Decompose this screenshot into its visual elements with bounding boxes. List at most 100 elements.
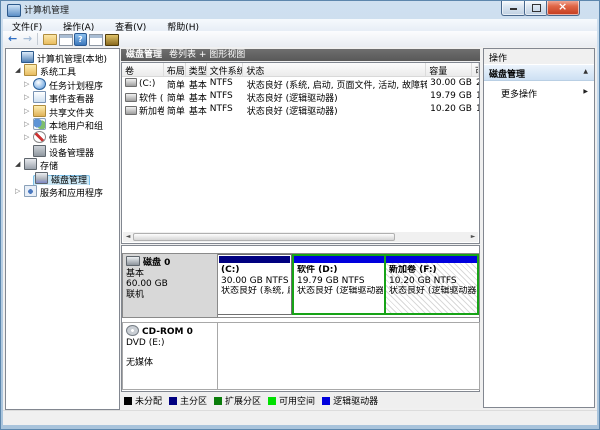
expand-arrow-icon[interactable] xyxy=(24,78,33,91)
cell-layout: 简单 xyxy=(164,77,186,90)
tree-item-local-users-groups[interactable]: 本地用户和组 xyxy=(6,118,116,131)
expand-arrow-icon[interactable] xyxy=(24,105,33,118)
disk-status: 联机 xyxy=(126,290,217,301)
task-scheduler-icon xyxy=(33,78,46,90)
cell-status: 状态良好 (系统, 启动, 页面文件, 活动, 故障转储, 主分区) xyxy=(244,77,427,90)
action-pane-toggle-icon[interactable] xyxy=(89,34,103,46)
legend-label: 未分配 xyxy=(135,394,162,407)
tree-item-computer-management[interactable]: 计算机管理(本地) xyxy=(6,51,116,64)
legend-swatch xyxy=(322,397,330,405)
toolbar-separator xyxy=(37,33,38,45)
legend-unallocated: 未分配 xyxy=(124,394,162,407)
system-tools-icon xyxy=(24,64,37,76)
volume-row-c[interactable]: (C:) 简单 基本 NTFS 状态良好 (系统, 启动, 页面文件, 活动, … xyxy=(122,77,479,90)
tree-item-task-scheduler[interactable]: 任务计划程序 xyxy=(6,78,116,91)
cdrom-label-box[interactable]: CD-ROM 0 DVD (E:) 无媒体 xyxy=(123,323,218,389)
close-button[interactable] xyxy=(546,0,580,16)
column-status[interactable]: 状态 xyxy=(243,63,426,76)
logical-drive-band xyxy=(386,256,477,263)
legend-label: 主分区 xyxy=(180,394,207,407)
tree-item-label: 系统工具 xyxy=(40,68,76,77)
selected-tree-item[interactable]: 磁盘管理 xyxy=(33,175,90,185)
console-icon[interactable] xyxy=(105,34,119,46)
tree-item-services-applications[interactable]: 服务和应用程序 xyxy=(6,185,116,198)
window-title: 计算机管理 xyxy=(24,3,69,16)
action-section-disk-management[interactable]: 磁盘管理 xyxy=(484,64,594,81)
expand-arrow-icon[interactable] xyxy=(24,118,33,131)
cell-filesystem: NTFS xyxy=(207,90,244,103)
column-type[interactable]: 类型 xyxy=(186,63,207,76)
partition-c[interactable]: (C:) 30.00 GB NTFS 状态良好 (系统, 启动, 页面文 xyxy=(218,254,292,315)
legend-label: 扩展分区 xyxy=(225,394,261,407)
pane-title: 磁盘管理 xyxy=(126,49,162,61)
legend-primary: 主分区 xyxy=(169,394,207,407)
logical-drive-band xyxy=(294,256,384,263)
cell-status: 状态良好 (逻辑驱动器) xyxy=(244,90,427,103)
help-icon[interactable] xyxy=(74,33,87,46)
computer-icon xyxy=(21,51,34,63)
extended-partition: 软件 (D:) 19.79 GB NTFS 状态良好 (逻辑驱动器) 新加卷 (… xyxy=(292,254,479,315)
tree-item-device-manager[interactable]: 设备管理器 xyxy=(6,145,116,158)
volume-row-d[interactable]: 软件 (D:) 简单 基本 NTFS 状态良好 (逻辑驱动器) 19.79 GB… xyxy=(122,90,479,103)
cell-filesystem: NTFS xyxy=(207,103,244,116)
partition-f-selected[interactable]: 新加卷 (F:) 10.20 GB NTFS 状态良好 (逻辑驱动器) xyxy=(386,256,477,313)
expand-arrow-icon[interactable] xyxy=(15,185,24,198)
expand-arrow-icon[interactable] xyxy=(24,131,33,144)
partition-size: 10.20 GB NTFS xyxy=(389,276,476,287)
disk-name: 磁盘 0 xyxy=(143,258,170,268)
more-actions-item[interactable]: 更多操作 xyxy=(484,81,594,100)
disk-size: 60.00 GB xyxy=(126,279,217,290)
tree-item-event-viewer[interactable]: 事件查看器 xyxy=(6,91,116,104)
volume-list-header: 卷 布局 类型 文件系统 状态 容量 可 xyxy=(122,63,479,77)
disk-management-header-bar: 磁盘管理 卷列表 + 图形视图 xyxy=(121,49,480,61)
device-manager-icon xyxy=(33,145,46,157)
disk0-label-box[interactable]: 磁盘 0 基本 60.00 GB 联机 xyxy=(123,254,218,317)
scroll-left-icon[interactable] xyxy=(123,232,133,242)
pane-view-label: 卷列表 + 图形视图 xyxy=(169,49,245,61)
column-capacity[interactable]: 容量 xyxy=(426,63,472,76)
tree-item-label: 存储 xyxy=(40,162,58,171)
partition-title: (C:) xyxy=(221,265,239,275)
tree-item-label: 服务和应用程序 xyxy=(40,189,103,198)
computer-management-window: { "window": { "title": "计算机管理" }, "menu"… xyxy=(0,0,600,430)
primary-partition-band xyxy=(219,256,290,263)
partition-status: 状态良好 (逻辑驱动器) xyxy=(297,286,383,297)
tree-item-storage[interactable]: 存储 xyxy=(6,158,116,171)
back-icon[interactable] xyxy=(7,32,21,46)
legend-swatch xyxy=(169,397,177,405)
column-layout[interactable]: 布局 xyxy=(164,63,186,76)
minimize-button[interactable] xyxy=(501,0,526,16)
performance-icon xyxy=(33,131,46,143)
tree-item-system-tools[interactable]: 系统工具 xyxy=(6,64,116,77)
console-tree-toggle-icon[interactable] xyxy=(43,34,57,45)
scroll-right-icon[interactable] xyxy=(468,232,478,242)
title-bar[interactable]: 计算机管理 xyxy=(0,0,600,19)
show-hide-pane-icon[interactable] xyxy=(59,34,73,46)
partition-title: 新加卷 (F:) xyxy=(389,265,437,275)
tree-item-performance[interactable]: 性能 xyxy=(6,131,116,144)
tree-item-shared-folders[interactable]: 共享文件夹 xyxy=(6,105,116,118)
more-actions-label: 更多操作 xyxy=(501,90,537,100)
collapse-arrow-icon[interactable] xyxy=(15,158,24,171)
graphical-view: 磁盘 0 基本 60.00 GB 联机 (C:) 30.00 GB NTFS 状… xyxy=(121,245,480,392)
horizontal-scrollbar[interactable] xyxy=(123,232,478,242)
forward-icon[interactable] xyxy=(22,32,36,46)
scrollbar-thumb[interactable] xyxy=(133,233,395,241)
column-free[interactable]: 可 xyxy=(472,63,479,76)
volume-row-f[interactable]: 新加卷 ... 简单 基本 NTFS 状态良好 (逻辑驱动器) 10.20 GB… xyxy=(122,103,479,116)
cell-type: 基本 xyxy=(186,103,207,116)
expand-arrow-icon[interactable] xyxy=(24,91,33,104)
collapse-arrow-icon[interactable] xyxy=(15,64,24,77)
cell-capacity: 19.79 GB xyxy=(427,90,473,103)
event-viewer-icon xyxy=(33,91,46,103)
maximize-button[interactable] xyxy=(524,0,548,16)
column-filesystem[interactable]: 文件系统 xyxy=(207,63,244,76)
partition-d[interactable]: 软件 (D:) 19.79 GB NTFS 状态良好 (逻辑驱动器) xyxy=(294,256,386,313)
volume-name: 新加卷 ... xyxy=(139,107,164,116)
column-volume[interactable]: 卷 xyxy=(122,63,164,76)
scrollbar-track[interactable] xyxy=(395,232,468,242)
tree-item-label: 性能 xyxy=(49,135,67,144)
tree-item-label: 事件查看器 xyxy=(49,95,94,104)
tree-item-disk-management[interactable]: 磁盘管理 xyxy=(6,172,116,185)
legend-swatch xyxy=(214,397,222,405)
